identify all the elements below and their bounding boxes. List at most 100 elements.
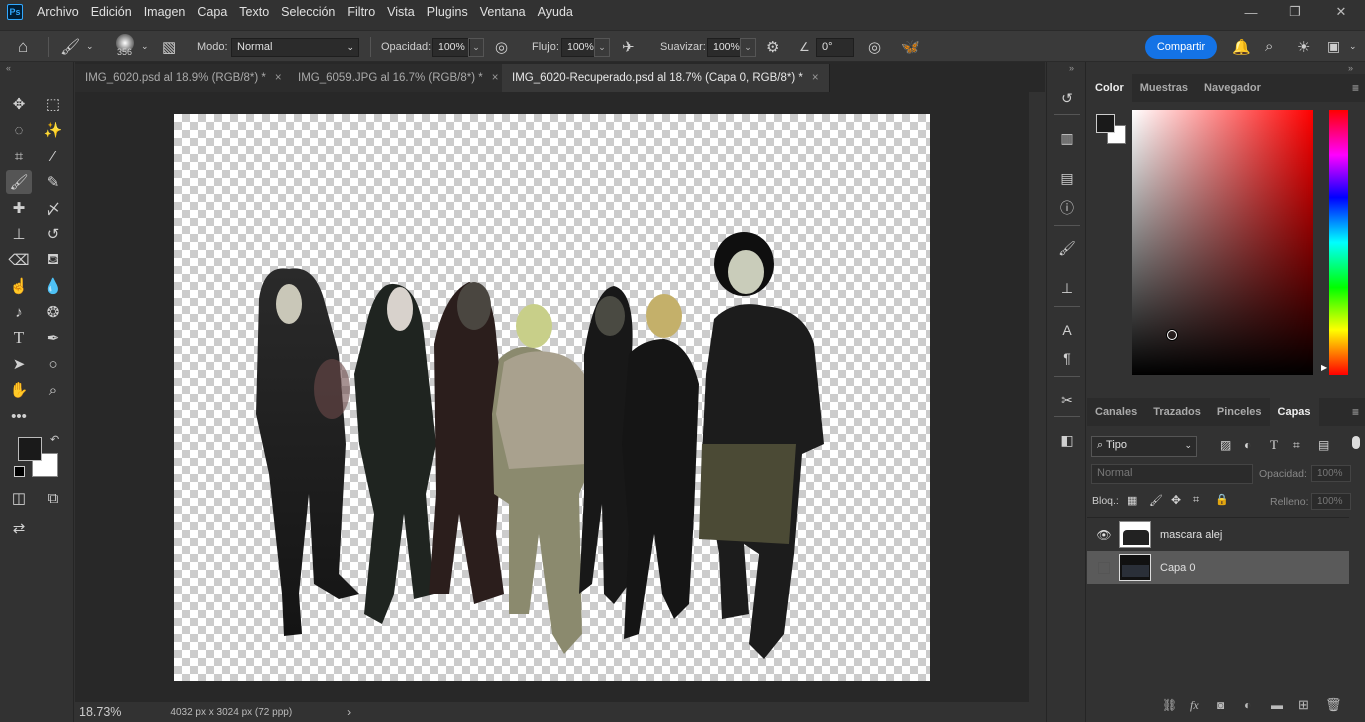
swap-colors-icon[interactable]: ↶	[50, 433, 59, 446]
tab-color[interactable]: Color	[1087, 74, 1132, 102]
lasso-tool-icon[interactable]: ◌	[6, 118, 32, 142]
history-panel-icon[interactable]: ↺	[1054, 86, 1080, 110]
crop-tool-icon[interactable]: ⌗	[6, 144, 32, 168]
history-brush-icon[interactable]: ↺	[40, 222, 66, 246]
blend-mode-select[interactable]: Normal	[1091, 464, 1253, 484]
brush-settings-icon[interactable]: ▧	[162, 31, 176, 62]
link-layers-icon[interactable]: ⛓	[1162, 698, 1177, 712]
tab-trazados[interactable]: Trazados	[1145, 398, 1209, 426]
tab-close-icon[interactable]: ×	[275, 72, 282, 84]
magic-wand-icon[interactable]: ✨	[40, 118, 66, 142]
layer-style-icon[interactable]: fx	[1190, 698, 1199, 713]
screen-mode-icon[interactable]: ⧉	[40, 486, 66, 510]
libraries-panel-icon[interactable]: ▤	[1054, 166, 1080, 190]
menu-archivo[interactable]: Archivo	[31, 0, 85, 24]
document-canvas[interactable]	[174, 114, 930, 681]
menu-seleccion[interactable]: Selección	[275, 0, 341, 24]
collapse-toolbar-icon[interactable]: «	[6, 63, 11, 73]
menu-texto[interactable]: Texto	[233, 0, 275, 24]
default-colors-icon[interactable]	[14, 466, 25, 477]
minimize-icon[interactable]: —	[1228, 0, 1274, 24]
menu-ventana[interactable]: Ventana	[474, 0, 532, 24]
mode-select[interactable]: Normal ⌄	[231, 38, 359, 57]
delete-layer-icon[interactable]: 🗑	[1325, 697, 1342, 713]
fg-color-chip[interactable]	[1096, 114, 1115, 133]
flow-dropdown-icon[interactable]: ⌄	[594, 38, 610, 57]
status-info-arrow-icon[interactable]: ›	[347, 705, 351, 719]
clone-stamp-icon[interactable]: ⊥	[6, 222, 32, 246]
menu-plugins[interactable]: Plugins	[421, 0, 474, 24]
move-tool-icon[interactable]: ✥	[6, 92, 32, 116]
eye-icon[interactable]: 👁	[1096, 528, 1111, 542]
tool-presets-icon[interactable]: ✂	[1054, 388, 1080, 412]
pressure-size-icon[interactable]: ◎	[868, 31, 881, 62]
brush-tool-icon[interactable]: 🖌	[60, 31, 80, 62]
collapse-panels-icon[interactable]: »	[1348, 63, 1353, 73]
menu-vista[interactable]: Vista	[381, 0, 421, 24]
share-button[interactable]: Compartir	[1145, 35, 1217, 59]
restore-icon[interactable]: ❐	[1272, 0, 1318, 24]
layer-filter-select[interactable]: ⌕ Tipo ⌄	[1091, 436, 1197, 457]
menu-capa[interactable]: Capa	[191, 0, 233, 24]
gear-icon[interactable]: ⚙	[766, 31, 779, 62]
close-window-icon[interactable]: ✕	[1318, 0, 1364, 24]
foreground-color-swatch[interactable]	[18, 437, 42, 461]
tab-navegador[interactable]: Navegador	[1196, 74, 1269, 102]
opacity-input[interactable]: 100%	[432, 38, 470, 57]
lock-paint-icon[interactable]: 🖌	[1149, 494, 1163, 507]
color-panel-menu-icon[interactable]: ≡	[1352, 81, 1359, 95]
smoothing-input[interactable]: 100%	[707, 38, 741, 57]
smoothing-dropdown-icon[interactable]: ⌄	[740, 38, 756, 57]
lightbulb-icon[interactable]: ☀	[1297, 31, 1310, 62]
mixer-brush-icon[interactable]: 〆	[40, 196, 66, 220]
quick-mask-icon[interactable]: ◫	[6, 486, 32, 510]
lock-pixels-icon[interactable]: ▦	[1127, 494, 1137, 507]
healing-brush-icon[interactable]: ✚	[6, 196, 32, 220]
character-panel-icon[interactable]: A	[1054, 318, 1080, 342]
zoom-tool-icon[interactable]: ⌕	[40, 378, 66, 402]
tab-img-6020[interactable]: IMG_6020.psd al 18.9% (RGB/8*) * ×	[75, 64, 293, 92]
filter-smart-object-icon[interactable]: ▤	[1318, 438, 1329, 452]
pencil-icon[interactable]: ✎	[40, 170, 66, 194]
paint-bucket-icon[interactable]: ⛾	[40, 248, 66, 272]
layer-opacity-input[interactable]: 100%	[1311, 465, 1351, 482]
airbrush-icon[interactable]: ✈	[622, 31, 635, 62]
brush-settings-panel-icon[interactable]: 🖌	[1054, 236, 1080, 260]
tab-muestras[interactable]: Muestras	[1132, 74, 1196, 102]
type-tool-icon[interactable]: T	[6, 326, 32, 350]
marquee-tool-icon[interactable]: ⬚	[40, 92, 66, 116]
filter-adjustment-icon[interactable]: ◐	[1244, 438, 1251, 452]
fill-input[interactable]: 100%	[1311, 493, 1351, 510]
zoom-level[interactable]: 18.73%	[79, 705, 121, 719]
path-selection-icon[interactable]: ➤	[6, 352, 32, 376]
opacity-dropdown-icon[interactable]: ⌄	[468, 38, 484, 57]
filter-shape-icon[interactable]: ⌗	[1293, 438, 1300, 453]
hue-slider-arrow-icon[interactable]: ▶	[1321, 363, 1327, 372]
flow-input[interactable]: 100%	[561, 38, 595, 57]
dodge-icon[interactable]: ♪	[6, 300, 32, 324]
lock-position-icon[interactable]: ✥	[1171, 493, 1181, 507]
pen-tool-icon[interactable]: ✒	[40, 326, 66, 350]
more-tools-icon[interactable]: •••	[6, 404, 32, 428]
collapse-strip-icon[interactable]: »	[1069, 63, 1074, 73]
clone-source-panel-icon[interactable]: ⊥	[1054, 276, 1080, 300]
chevron-down-icon[interactable]: ⌄	[86, 31, 94, 62]
paragraph-panel-icon[interactable]: ¶	[1054, 346, 1080, 370]
brush-tool-selected-icon[interactable]: 🖌	[6, 170, 32, 194]
adjustment-layer-icon[interactable]: ◐	[1244, 698, 1251, 712]
new-group-icon[interactable]: ▬	[1271, 698, 1283, 712]
pressure-opacity-icon[interactable]: ◎	[495, 31, 508, 62]
layers-panel-menu-icon[interactable]: ≡	[1352, 405, 1359, 419]
tab-img-6020-recuperado[interactable]: IMG_6020-Recuperado.psd al 18.7% (Capa 0…	[502, 64, 830, 92]
hand-tool-icon[interactable]: ✋	[6, 378, 32, 402]
workspace-chevron-icon[interactable]: ⌄	[1349, 31, 1357, 62]
filter-type-icon[interactable]: T	[1270, 437, 1278, 453]
layer-name[interactable]: mascara alej	[1160, 529, 1222, 541]
share-tool-icon[interactable]: ⇄	[6, 516, 32, 540]
vertical-scrollbar[interactable]	[1029, 92, 1045, 702]
eyedropper-icon[interactable]: ⁄	[40, 144, 66, 168]
blur-icon[interactable]: 💧	[40, 274, 66, 298]
sponge-icon[interactable]: ❂	[40, 300, 66, 324]
color-field[interactable]	[1132, 110, 1313, 375]
tab-close-icon[interactable]: ×	[812, 72, 819, 84]
